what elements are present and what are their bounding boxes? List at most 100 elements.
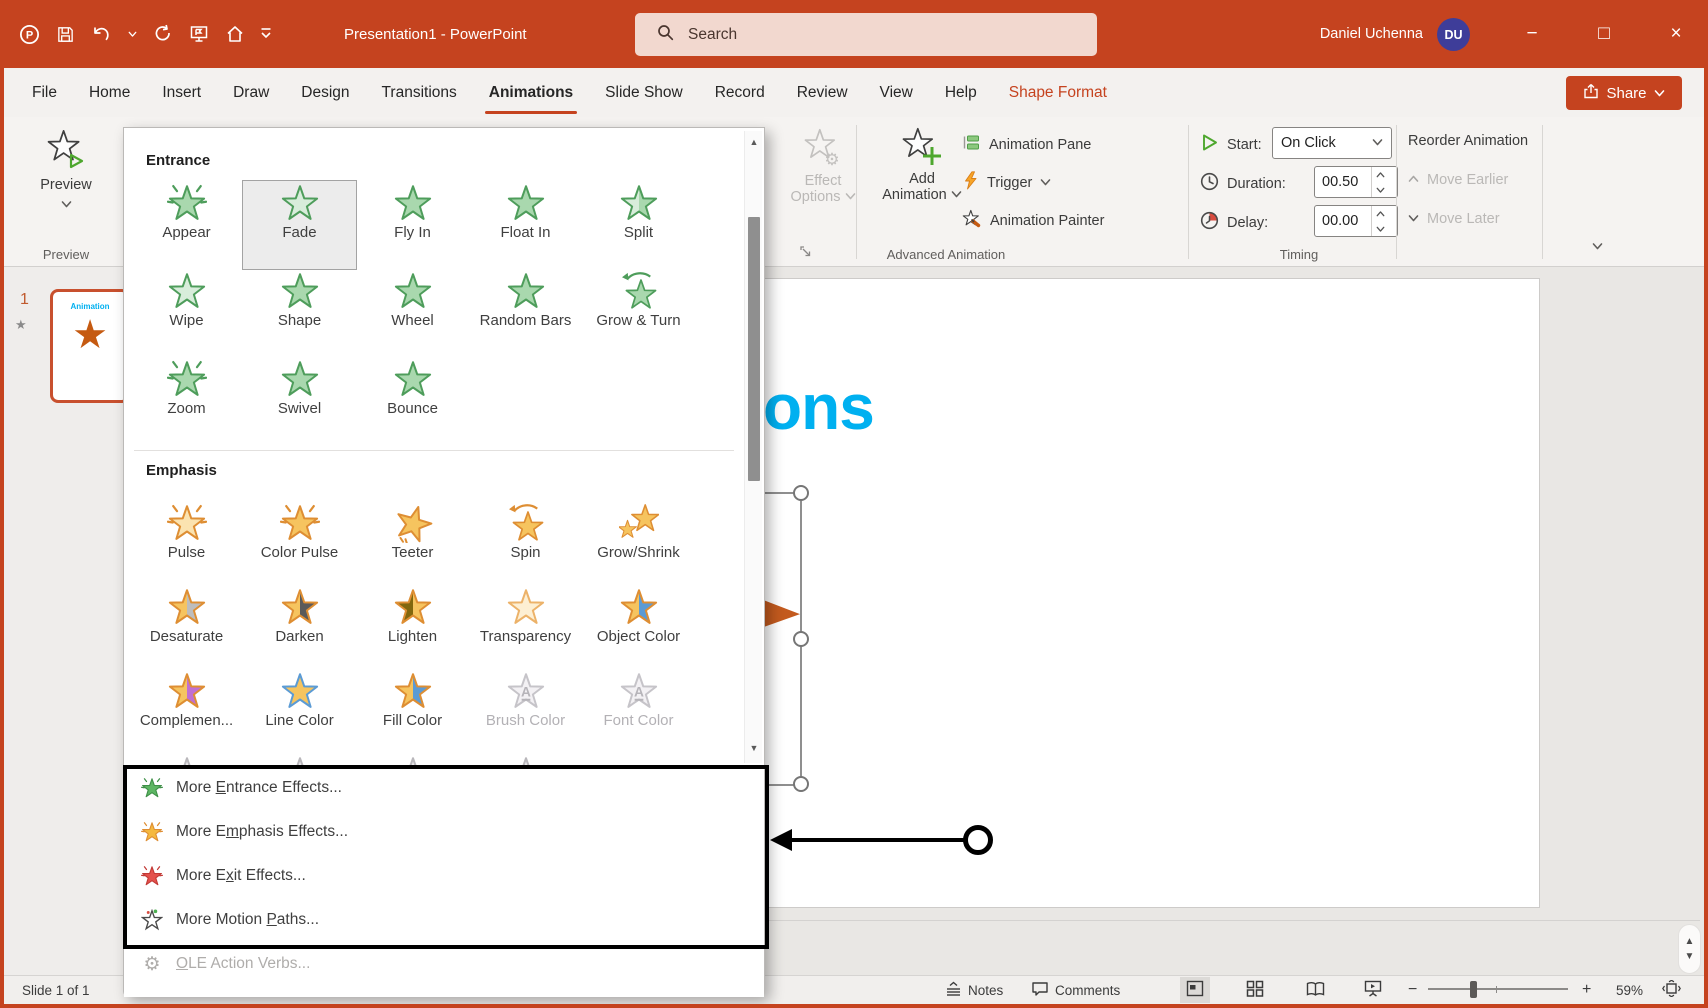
- animation-effect-swivel[interactable]: Swivel: [243, 357, 356, 445]
- zoom-level[interactable]: 59%: [1616, 976, 1643, 1004]
- tab-shape-format[interactable]: Shape Format: [993, 68, 1123, 117]
- zoom-in-button[interactable]: +: [1582, 976, 1591, 1004]
- fit-slide-to-window-icon[interactable]: [1662, 976, 1681, 1004]
- save-icon[interactable]: [54, 23, 76, 45]
- vertical-scrollbar[interactable]: ▲ ▼: [1678, 924, 1701, 974]
- gallery-scroll-down-icon[interactable]: ▼: [745, 743, 763, 753]
- animation-painter-button[interactable]: Animation Painter: [962, 209, 1104, 233]
- gallery-scrollbar[interactable]: ▲ ▼: [744, 131, 762, 763]
- search-input[interactable]: [688, 26, 1008, 44]
- tab-design[interactable]: Design: [285, 68, 365, 117]
- duration-input[interactable]: [1315, 167, 1371, 197]
- home-icon[interactable]: [224, 23, 246, 45]
- chev-sm-icon[interactable]: [126, 23, 138, 45]
- tab-review[interactable]: Review: [781, 68, 864, 117]
- animation-effect-wheel[interactable]: Wheel: [356, 269, 469, 357]
- more-exit-effects-menu-item[interactable]: More Exit Effects...: [124, 854, 764, 898]
- preview-button[interactable]: Preview: [38, 127, 94, 213]
- selection-handle-middle[interactable]: [793, 631, 809, 647]
- delay-spinner[interactable]: [1314, 205, 1398, 237]
- zoom-slider-thumb[interactable]: [1470, 981, 1477, 998]
- animation-effect-brush-color[interactable]: ABrush Color: [469, 669, 582, 753]
- animation-effect-lighten[interactable]: Lighten: [356, 585, 469, 669]
- tab-file[interactable]: File: [16, 68, 73, 117]
- animation-effect-bounce[interactable]: Bounce: [356, 357, 469, 445]
- animation-effect-desaturate[interactable]: Desaturate: [130, 585, 243, 669]
- animation-effect-color-pulse[interactable]: Color Pulse: [243, 501, 356, 585]
- user-name[interactable]: Daniel Uchenna: [1320, 0, 1423, 68]
- redo-icon[interactable]: [152, 23, 174, 45]
- close-button[interactable]: ×: [1653, 0, 1699, 68]
- zoom-slider-track[interactable]: [1428, 988, 1568, 990]
- animation-effect-teeter[interactable]: Teeter: [356, 501, 469, 585]
- share-chevron-icon[interactable]: [1654, 85, 1665, 102]
- add-animation-button[interactable]: Add Animation: [888, 125, 956, 203]
- animation-effect-float-in[interactable]: Float In: [469, 181, 582, 269]
- powerpoint-logo-icon[interactable]: P: [18, 23, 40, 45]
- tab-home[interactable]: Home: [73, 68, 146, 117]
- tab-view[interactable]: View: [864, 68, 929, 117]
- selection-handle-bottom[interactable]: [793, 776, 809, 792]
- start-select[interactable]: On Click: [1272, 127, 1392, 159]
- scroll-down-icon[interactable]: ▼: [1685, 951, 1695, 962]
- animation-effect-fly-in[interactable]: Fly In: [356, 181, 469, 269]
- animation-effect-wipe[interactable]: Wipe: [130, 269, 243, 357]
- comments-button[interactable]: Comments: [1031, 976, 1120, 1004]
- duration-up-icon[interactable]: [1372, 167, 1389, 182]
- animation-effect-pulse[interactable]: Pulse: [130, 501, 243, 585]
- animation-effect-random-bars[interactable]: Random Bars: [469, 269, 582, 357]
- animation-pane-button[interactable]: Animation Pane: [962, 133, 1091, 156]
- scroll-up-icon[interactable]: ▲: [1685, 936, 1695, 947]
- toolbar-chevron-icon[interactable]: [260, 23, 272, 45]
- tab-record[interactable]: Record: [699, 68, 781, 117]
- selection-handle-top[interactable]: [793, 485, 809, 501]
- gallery-scroll-up-icon[interactable]: ▲: [745, 137, 763, 147]
- reading-view-button[interactable]: [1300, 977, 1330, 1003]
- animation-effect-split[interactable]: Split: [582, 181, 695, 269]
- zoom-out-button[interactable]: −: [1408, 976, 1417, 1004]
- animation-effect-shape[interactable]: Shape: [243, 269, 356, 357]
- animation-effect-darken[interactable]: Darken: [243, 585, 356, 669]
- undo-icon[interactable]: [90, 23, 112, 45]
- dialog-launcher-icon[interactable]: [799, 245, 812, 262]
- more-entrance-effects-menu-item[interactable]: More Entrance Effects...: [124, 766, 764, 810]
- share-button[interactable]: Share: [1566, 76, 1682, 110]
- tab-insert[interactable]: Insert: [146, 68, 217, 117]
- tab-help[interactable]: Help: [929, 68, 993, 117]
- animation-effect-transparency[interactable]: Transparency: [469, 585, 582, 669]
- more-emphasis-effects-menu-item[interactable]: More Emphasis Effects...: [124, 810, 764, 854]
- slide-thumbnail[interactable]: Animation ★: [50, 289, 130, 403]
- delay-down-icon[interactable]: [1372, 221, 1389, 236]
- tab-transitions[interactable]: Transitions: [366, 68, 473, 117]
- gallery-scrollbar-thumb[interactable]: [748, 217, 760, 481]
- normal-view-button[interactable]: [1180, 977, 1210, 1003]
- trigger-button[interactable]: Trigger: [962, 171, 1051, 194]
- animation-effect-fade[interactable]: Fade: [243, 181, 356, 269]
- tab-draw[interactable]: Draw: [217, 68, 285, 117]
- search-box[interactable]: [635, 13, 1097, 56]
- animation-effect-fill-color[interactable]: Fill Color: [356, 669, 469, 753]
- delay-up-icon[interactable]: [1372, 206, 1389, 221]
- avatar[interactable]: DU: [1437, 18, 1470, 51]
- minimize-button[interactable]: −: [1509, 0, 1555, 68]
- animation-effect-grow-shrink[interactable]: Grow/Shrink: [582, 501, 695, 585]
- slideshow-view-button[interactable]: [1358, 977, 1388, 1003]
- duration-spinner[interactable]: [1314, 166, 1398, 198]
- slide-sorter-view-button[interactable]: [1240, 977, 1270, 1003]
- animation-effect-object-color[interactable]: Object Color: [582, 585, 695, 669]
- more-motion-paths-menu-item[interactable]: More Motion Paths...: [124, 898, 764, 942]
- collapse-ribbon-icon[interactable]: [1592, 239, 1603, 255]
- animation-effect-appear[interactable]: Appear: [130, 181, 243, 269]
- tab-slide-show[interactable]: Slide Show: [589, 68, 699, 117]
- animation-effect-grow-turn[interactable]: Grow & Turn: [582, 269, 695, 357]
- tab-animations[interactable]: Animations: [473, 68, 589, 117]
- animation-effect-zoom[interactable]: Zoom: [130, 357, 243, 445]
- animation-effect-spin[interactable]: Spin: [469, 501, 582, 585]
- animation-effect-line-color[interactable]: Line Color: [243, 669, 356, 753]
- animation-effect-complemen[interactable]: Complemen...: [130, 669, 243, 753]
- delay-input[interactable]: [1315, 206, 1371, 236]
- slideshow-from-start-icon[interactable]: [188, 23, 210, 45]
- animation-indicator-icon[interactable]: ★: [15, 317, 27, 333]
- notes-button[interactable]: Notes: [945, 976, 1003, 1004]
- animation-effect-font-color[interactable]: AFont Color: [582, 669, 695, 753]
